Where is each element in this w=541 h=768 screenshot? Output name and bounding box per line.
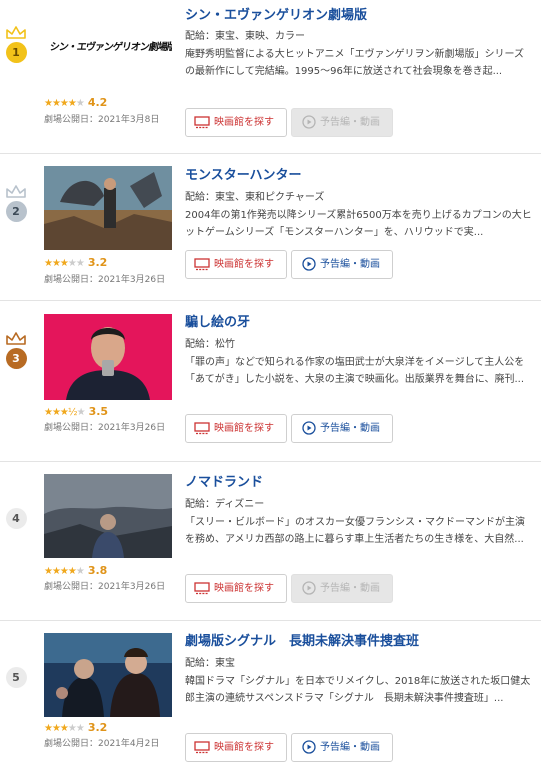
rank-indicator: 1 [5,25,27,63]
rating-stars: ★★★★★ [44,723,85,734]
rating-score: 3.2 [87,721,108,734]
rating-stars: ★★★★★ [44,258,85,269]
distributor: 配給：ディズニー [185,499,265,510]
movie-thumbnail[interactable] [44,314,172,400]
trailer-button[interactable]: 予告編・動画 [291,574,393,603]
release-date: 劇場公開日：2021年3月8日 [44,115,160,125]
release-date: 劇場公開日：2021年3月26日 [44,275,166,285]
play-circle-icon [302,740,316,754]
rank-indicator: 4 [5,508,27,529]
release-date: 劇場公開日：2021年3月26日 [44,582,166,592]
ranking-item-5: 5 ★★★★★ 3.2 劇場公開日：2021年4月2日 劇場版シグナル 長期未解決… [0,621,541,768]
play-circle-icon [302,257,316,271]
rank-indicator: 5 [5,667,27,688]
ranking-item-4: 4 ★★★★★ 3.8 劇場公開日：2021年3月26日 ノマドランド 配給：ディ… [0,462,541,621]
rating-score: 3.8 [87,564,108,577]
ranking-item-2: 2 ★★★★★ 3.2 劇場公開日：2021年3月26日 モンスターハンター 配給… [0,154,541,301]
ranking-item-1: 1 シン・エヴァンゲリオン劇場版:|| ★★★★★ 4.2 劇場公開日：2021年… [0,0,541,154]
movie-title-link[interactable]: モンスターハンター [185,168,301,184]
trailer-button[interactable]: 予告編・動画 [291,733,393,762]
play-circle-icon [302,421,316,435]
thumbnail-logo-text: シン・エヴァンゲリオン劇場版:|| [48,42,172,53]
rating-stars: ★★★★★ [44,566,85,577]
trailer-button[interactable]: 予告編・動画 [291,414,393,443]
trailer-button[interactable]: 予告編・動画 [291,108,393,137]
movie-ranking-list: 1 シン・エヴァンゲリオン劇場版:|| ★★★★★ 4.2 劇場公開日：2021年… [0,0,541,768]
rank-badge: 4 [5,508,27,529]
release-date: 劇場公開日：2021年4月2日 [44,739,160,749]
movie-title-link[interactable]: 騙し絵の牙 [185,315,250,331]
description: 2004年の第1作発売以降シリーズ累計6500万本を売り上げるカプコンの大ヒット… [185,210,532,238]
movie-title-link[interactable]: ノマドランド [185,475,263,491]
silver-crown-icon [6,185,26,198]
movie-still-image [44,314,172,400]
rating: ★★★★★ 4.2 [44,96,107,111]
description: 韓国ドラマ「シグナル」を日本でリメイクし、2018年に放送された坂口健太郎主演の… [185,676,531,704]
rating-stars: ★★★½★ [44,407,86,418]
rank-badge: 2 [5,201,27,222]
movie-thumbnail[interactable] [44,474,172,558]
theater-screen-icon [194,116,210,129]
rank-badge: 3 [5,348,27,369]
movie-thumbnail[interactable] [44,633,172,717]
rating-score: 4.2 [87,96,108,109]
rating: ★★★½★ 3.5 [44,405,108,420]
trailer-button[interactable]: 予告編・動画 [291,250,393,279]
distributor: 配給：松竹 [185,339,235,350]
distributor: 配給：東宝、東和ピクチャーズ [185,192,325,203]
movie-title-link[interactable]: 劇場版シグナル 長期未解決事件捜査班 [185,634,419,650]
theater-screen-icon [194,422,210,435]
gold-crown-icon [6,26,26,39]
bronze-crown-icon [6,332,26,345]
play-circle-icon [302,115,316,129]
find-theater-button[interactable]: 映画館を探す [185,250,287,279]
find-theater-button[interactable]: 映画館を探す [185,108,287,137]
theater-screen-icon [194,741,210,754]
rating-stars: ★★★★★ [44,98,85,109]
theater-screen-icon [194,258,210,271]
rating: ★★★★★ 3.2 [44,721,107,736]
description: 庵野秀明監督による大ヒットアニメ「エヴァンゲリヲン新劇場版」シリーズの最新作にし… [185,49,524,77]
rank-badge: 1 [5,42,27,63]
rank-badge: 5 [5,667,27,688]
description: 「罪の声」などで知られる作家の塩田武士が大泉洋をイメージして主人公を「あてがき」… [185,357,525,385]
find-theater-button[interactable]: 映画館を探す [185,574,287,603]
distributor: 配給：東宝、東映、カラー [185,31,305,42]
rank-indicator: 2 [5,184,27,222]
play-circle-icon [302,581,316,595]
movie-thumbnail[interactable]: シン・エヴァンゲリオン劇場版:|| [44,6,172,92]
rating: ★★★★★ 3.2 [44,256,107,271]
theater-screen-icon [194,582,210,595]
movie-still-image [44,633,172,717]
find-theater-button[interactable]: 映画館を探す [185,733,287,762]
movie-still-image [44,166,172,250]
rank-indicator: 3 [5,331,27,369]
movie-still-image [44,474,172,558]
movie-thumbnail[interactable] [44,166,172,250]
rating-score: 3.2 [87,256,108,269]
release-date: 劇場公開日：2021年3月26日 [44,423,166,433]
rating-score: 3.5 [88,405,109,418]
ranking-item-3: 3 ★★★½★ 3.5 劇場公開日：2021年3月26日 騙し絵の牙 配給：松竹 … [0,301,541,462]
movie-title-link[interactable]: シン・エヴァンゲリオン劇場版 [185,8,367,24]
description: 「スリー・ビルボード」のオスカー女優フランシス・マクドーマンドが主演を務め、アメ… [185,517,525,545]
find-theater-button[interactable]: 映画館を探す [185,414,287,443]
rating: ★★★★★ 3.8 [44,564,107,579]
distributor: 配給：東宝 [185,658,235,669]
